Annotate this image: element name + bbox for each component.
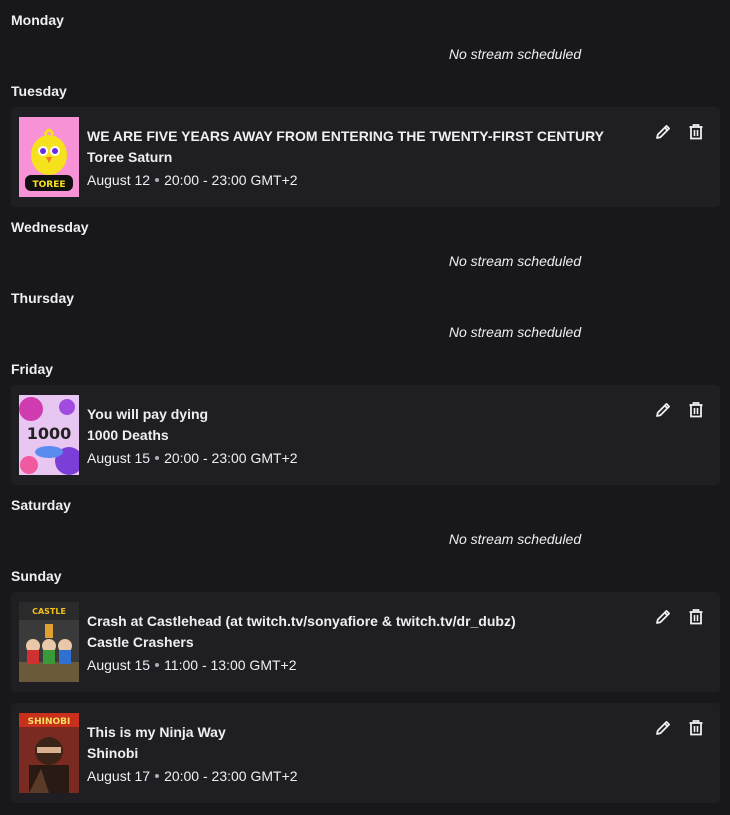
trash-icon: [689, 720, 703, 736]
thumbnail-logo-text: 1000: [27, 424, 72, 443]
edit-button[interactable]: [652, 717, 674, 739]
stream-time: August 12 20:00 - 23:00 GMT+2: [87, 171, 298, 189]
stream-game: Shinobi: [87, 745, 139, 761]
delete-button[interactable]: [685, 717, 707, 739]
stream-time-range: 20:00 - 23:00 GMT+2: [164, 768, 298, 784]
stream-card[interactable]: TOREE WE ARE FIVE YEARS AWAY FROM ENTERI…: [11, 107, 720, 207]
stream-game: Castle Crashers: [87, 634, 194, 650]
trash-icon: [689, 609, 703, 625]
stream-title: WE ARE FIVE YEARS AWAY FROM ENTERING THE…: [87, 128, 605, 144]
stream-date: August 12: [87, 172, 151, 188]
empty-text: No stream scheduled: [448, 324, 582, 340]
day-label-tuesday: Tuesday: [11, 83, 67, 99]
thumbnail-logo-text: TOREE: [32, 180, 65, 190]
trash-icon: [689, 402, 703, 418]
thumbnail-logo-text: CASTLE: [32, 607, 66, 616]
stream-schedule: Monday No stream scheduled Tuesday TOREE…: [0, 0, 730, 815]
day-label-wednesday: Wednesday: [11, 219, 89, 235]
stream-time: August 15 11:00 - 13:00 GMT+2: [87, 656, 297, 674]
empty-schedule-monday: No stream scheduled: [0, 45, 730, 63]
delete-button[interactable]: [685, 606, 707, 628]
day-label-friday: Friday: [11, 361, 54, 377]
day-label-thursday: Thursday: [11, 290, 75, 306]
stream-card[interactable]: 1000 You will pay dying 1000 Deaths Augu…: [11, 385, 720, 485]
thumbnail-logo-text: SHINOBI: [28, 717, 71, 727]
pencil-icon: [656, 610, 670, 624]
day-label-monday: Monday: [11, 12, 64, 28]
stream-title: This is my Ninja Way: [87, 724, 226, 740]
separator-dot-icon: [155, 456, 160, 461]
stream-time-range: 20:00 - 23:00 GMT+2: [164, 172, 298, 188]
game-thumbnail: 1000: [19, 395, 79, 475]
empty-text: No stream scheduled: [448, 253, 582, 269]
stream-date: August 17: [87, 768, 151, 784]
edit-button[interactable]: [652, 399, 674, 421]
pencil-icon: [656, 403, 670, 417]
separator-dot-icon: [155, 178, 160, 183]
stream-time-range: 11:00 - 13:00 GMT+2: [164, 657, 297, 673]
stream-date: August 15: [87, 657, 151, 673]
game-thumbnail: TOREE: [19, 117, 79, 197]
trash-icon: [689, 124, 703, 140]
empty-schedule-saturday: No stream scheduled: [0, 530, 730, 548]
stream-card[interactable]: SHINOBI This is my Ninja Way Shinobi Aug…: [11, 703, 720, 803]
stream-title: Crash at Castlehead (at twitch.tv/sonyaf…: [87, 613, 516, 629]
stream-card[interactable]: CASTLE Crash at Castlehead (at twitch.tv…: [11, 592, 720, 692]
stream-title: You will pay dying: [87, 406, 209, 422]
day-label-saturday: Saturday: [11, 497, 71, 513]
separator-dot-icon: [155, 774, 160, 779]
edit-button[interactable]: [652, 606, 674, 628]
empty-schedule-wednesday: No stream scheduled: [0, 252, 730, 270]
edit-button[interactable]: [652, 121, 674, 143]
separator-dot-icon: [155, 663, 160, 668]
game-thumbnail: CASTLE: [19, 602, 79, 682]
empty-text: No stream scheduled: [448, 46, 582, 62]
stream-game: Toree Saturn: [87, 149, 173, 165]
empty-text: No stream scheduled: [448, 531, 582, 547]
empty-schedule-thursday: No stream scheduled: [0, 323, 730, 341]
stream-date: August 15: [87, 450, 151, 466]
day-label-sunday: Sunday: [11, 568, 62, 584]
pencil-icon: [656, 125, 670, 139]
stream-game: 1000 Deaths: [87, 427, 169, 443]
stream-time: August 15 20:00 - 23:00 GMT+2: [87, 449, 298, 467]
delete-button[interactable]: [685, 121, 707, 143]
game-thumbnail: SHINOBI: [19, 713, 79, 793]
stream-time: August 17 20:00 - 23:00 GMT+2: [87, 767, 298, 785]
pencil-icon: [656, 721, 670, 735]
delete-button[interactable]: [685, 399, 707, 421]
stream-time-range: 20:00 - 23:00 GMT+2: [164, 450, 298, 466]
